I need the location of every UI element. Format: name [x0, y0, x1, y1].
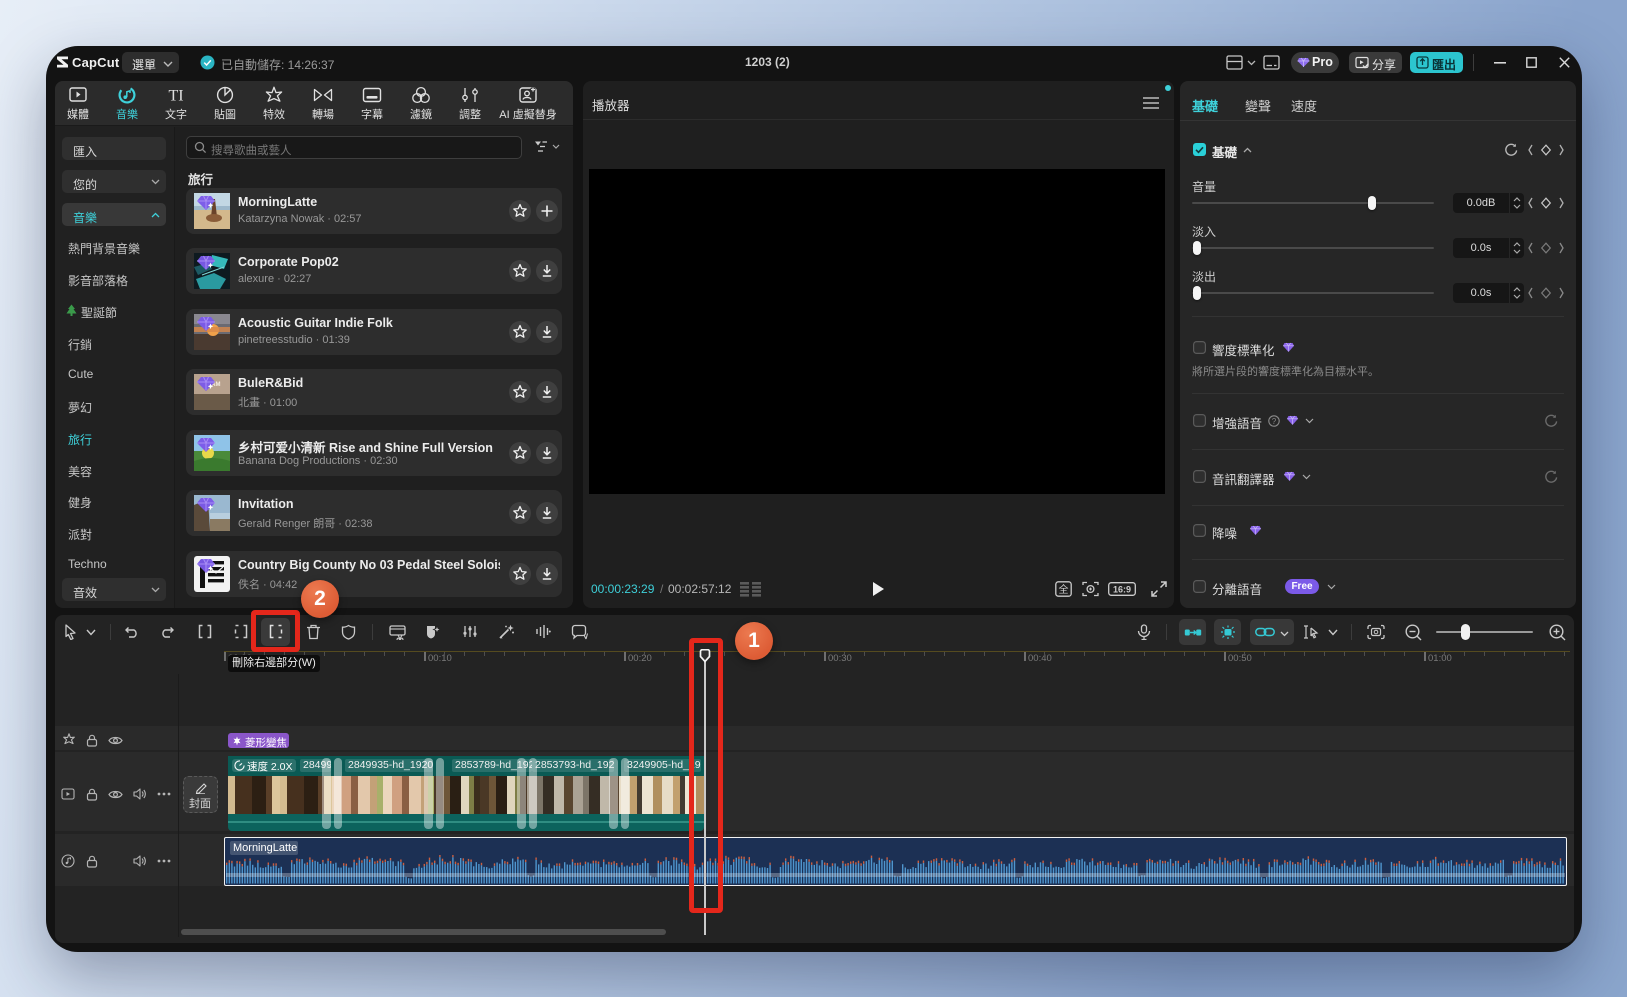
- svg-text:全: 全: [1059, 583, 1069, 596]
- svg-text:16:9: 16:9: [1113, 585, 1131, 595]
- svg-text:?: ?: [1272, 417, 1277, 426]
- svg-text:TI: TI: [168, 88, 183, 105]
